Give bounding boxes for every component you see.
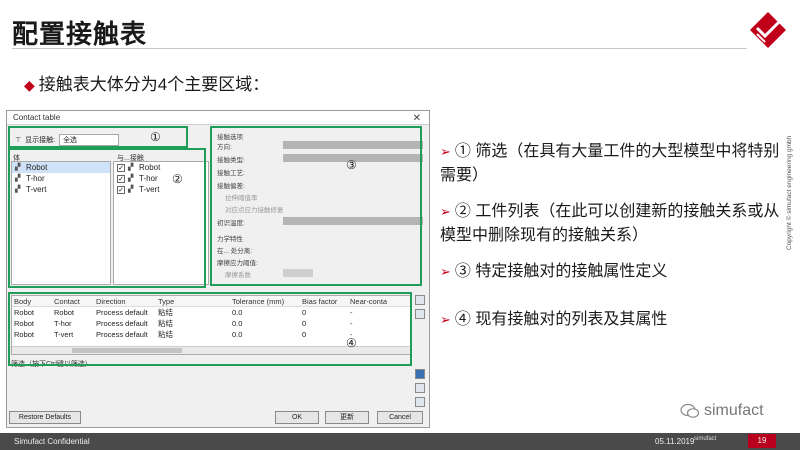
subtitle-text: 接触表大体分为4个主要区域： bbox=[38, 75, 270, 94]
bullet-item: ➢ ① 筛选（在具有大量工件的大型模型中将特别需要） bbox=[440, 143, 780, 184]
callout-1: ① bbox=[150, 130, 161, 144]
frame-filter bbox=[8, 126, 188, 148]
arrow-bullet-icon: ➢ bbox=[440, 144, 451, 159]
wechat-icon bbox=[680, 403, 700, 418]
slide-title: 配置接触表 bbox=[12, 19, 148, 49]
wechat-watermark: simufact bbox=[680, 402, 764, 420]
dialog-title: Contact table bbox=[13, 113, 61, 122]
simufact-logo bbox=[750, 12, 786, 48]
arrow-bullet-icon: ➢ bbox=[440, 204, 451, 219]
dialog-titlebar: Contact table ✕ bbox=[7, 111, 429, 125]
close-icon[interactable]: ✕ bbox=[413, 112, 421, 126]
bullet-item: ➢ ③ 特定接触对的接触属性定义 bbox=[440, 263, 668, 280]
arrow-bullet-icon: ➢ bbox=[440, 264, 451, 279]
callout-3: ③ bbox=[346, 158, 357, 172]
title-divider bbox=[12, 48, 747, 49]
bullet-item: ➢ ② 工件列表（在此可以创建新的接触关系或从模型中删除现有的接触关系） bbox=[440, 203, 780, 244]
frame-bodies bbox=[8, 148, 206, 288]
diamond-bullet-icon: ◆ bbox=[24, 77, 35, 93]
footer-confidential: Simufact Confidential bbox=[14, 437, 90, 446]
footer-bar: Simufact Confidential 05.11.2019 simufac… bbox=[0, 433, 800, 450]
bullet-item: ➢ ④ 现有接触对的列表及其属性 bbox=[440, 311, 668, 328]
frame-table bbox=[8, 292, 412, 366]
restore-defaults-button[interactable]: Restore Defaults bbox=[9, 411, 81, 424]
settings-icon[interactable] bbox=[415, 397, 425, 407]
apply-button[interactable]: 更新 bbox=[325, 411, 369, 424]
add-icon[interactable] bbox=[415, 295, 425, 305]
arrow-bullet-icon: ➢ bbox=[440, 312, 451, 327]
page-number: 19 bbox=[748, 434, 776, 448]
footer-brand: simufact bbox=[694, 436, 717, 442]
view-icon[interactable] bbox=[415, 369, 425, 379]
callout-2: ② bbox=[172, 172, 183, 186]
ok-button[interactable]: OK bbox=[275, 411, 319, 424]
subtitle: ◆ 接触表大体分为4个主要区域： bbox=[24, 70, 269, 95]
cancel-button[interactable]: Cancel bbox=[377, 411, 423, 424]
frame-properties bbox=[210, 126, 422, 286]
footer-date: 05.11.2019 bbox=[655, 437, 695, 446]
help-icon[interactable] bbox=[415, 383, 425, 393]
copyright-notice: Copyright © simufact engineering gmbh bbox=[786, 135, 793, 250]
delete-icon[interactable] bbox=[415, 309, 425, 319]
callout-4: ④ bbox=[346, 336, 357, 350]
wechat-brand: simufact bbox=[704, 402, 764, 419]
